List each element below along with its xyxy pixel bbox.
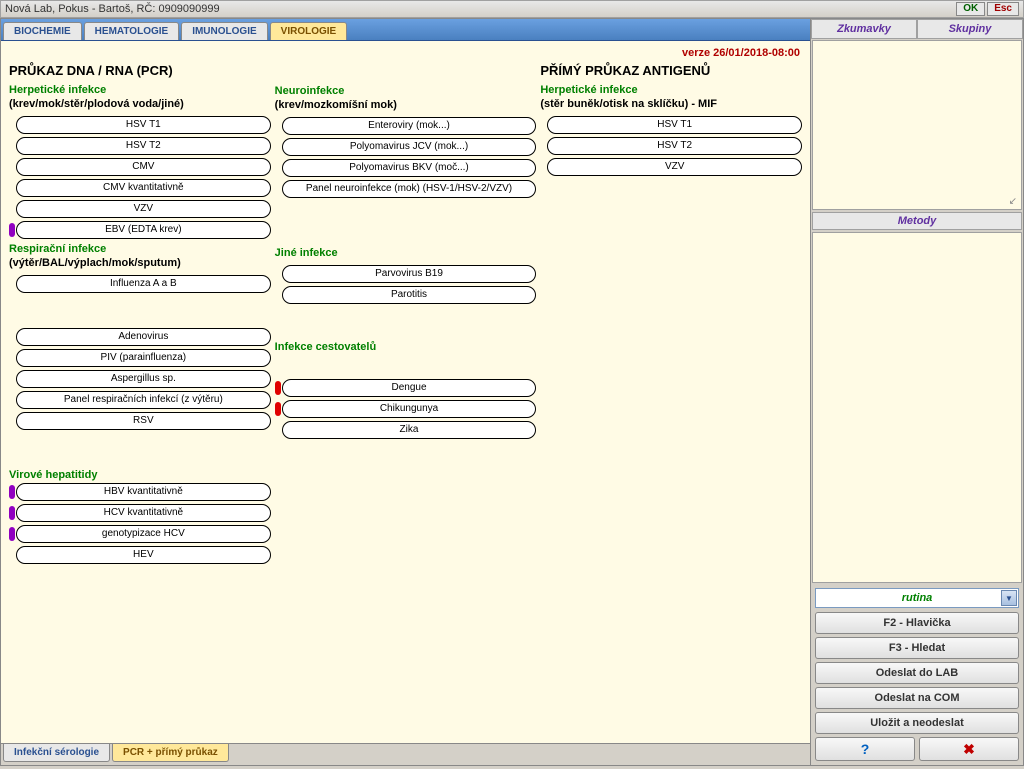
test-option[interactable]: HBV kvantitativně — [16, 483, 271, 501]
bottom-tab[interactable]: PCR + přímý průkaz — [112, 744, 229, 762]
test-option[interactable]: HCV kvantitativně — [16, 504, 271, 522]
test-option[interactable]: HSV T2 — [547, 137, 802, 155]
close-button[interactable]: ✖ — [919, 737, 1019, 761]
tab-hematologie[interactable]: HEMATOLOGIE — [84, 22, 180, 40]
test-option[interactable]: Polyomavirus JCV (mok...) — [282, 138, 537, 156]
tube-marker-icon — [9, 223, 15, 237]
test-option[interactable]: RSV — [16, 412, 271, 430]
test-option[interactable]: HSV T1 — [547, 116, 802, 134]
test-option[interactable]: HSV T2 — [16, 137, 271, 155]
test-option[interactable]: PIV (parainfluenza) — [16, 349, 271, 367]
test-option[interactable]: EBV (EDTA krev) — [16, 221, 271, 239]
action-button[interactable]: Odeslat do LAB — [815, 662, 1019, 684]
action-button[interactable]: Uložit a neodeslat — [815, 712, 1019, 734]
test-option[interactable]: VZV — [547, 158, 802, 176]
titlebar: Nová Lab, Pokus - Bartoš, RČ: 0909090999… — [0, 0, 1024, 18]
group-heading: Jiné infekce — [275, 247, 537, 259]
section-title: PŘÍMÝ PRŮKAZ ANTIGENŮ — [540, 63, 802, 78]
group-subheading: (krev/mozkomíšní mok) — [275, 99, 537, 111]
metody-header[interactable]: Metody — [812, 212, 1022, 230]
test-option[interactable]: Enteroviry (mok...) — [282, 117, 537, 135]
tube-marker-icon — [9, 527, 15, 541]
test-option[interactable]: CMV — [16, 158, 271, 176]
test-option[interactable]: Parotitis — [282, 286, 537, 304]
chevron-down-icon[interactable]: ▼ — [1001, 590, 1017, 606]
test-option[interactable]: Polyomavirus BKV (moč...) — [282, 159, 537, 177]
test-option[interactable]: Panel neuroinfekce (mok) (HSV-1/HSV-2/VZ… — [282, 180, 537, 198]
group-heading: Herpetické infekce — [540, 84, 802, 96]
test-option[interactable]: Panel respiračních infekcí (z výtěru) — [16, 391, 271, 409]
group-subheading: (výtěr/BAL/výplach/mok/sputum) — [9, 257, 271, 269]
action-button[interactable]: Odeslat na COM — [815, 687, 1019, 709]
group-heading: Neuroinfekce — [275, 85, 537, 97]
group-heading: Respirační infekce — [9, 243, 271, 255]
esc-button[interactable]: Esc — [987, 2, 1019, 16]
help-button[interactable]: ? — [815, 737, 915, 761]
test-option[interactable]: VZV — [16, 200, 271, 218]
test-option[interactable]: Parvovirus B19 — [282, 265, 537, 283]
group-subheading: (stěr buněk/otisk na sklíčku) - MIF — [540, 98, 802, 110]
tab-imunologie[interactable]: IMUNOLOGIE — [181, 22, 267, 40]
window-title: Nová Lab, Pokus - Bartoš, RČ: 0909090999 — [5, 3, 220, 15]
tab-virologie[interactable]: VIROLOGIE — [270, 22, 348, 40]
section-title: PRŮKAZ DNA / RNA (PCR) — [9, 63, 271, 78]
test-option[interactable]: HSV T1 — [16, 116, 271, 134]
tab-biochemie[interactable]: BIOCHEMIE — [3, 22, 82, 40]
bottom-tab[interactable]: Infekční sérologie — [3, 744, 110, 762]
metody-panel — [812, 232, 1022, 583]
action-button[interactable]: F2 - Hlavička — [815, 612, 1019, 634]
test-option[interactable]: CMV kvantitativně — [16, 179, 271, 197]
tube-marker-icon — [275, 402, 281, 416]
test-option[interactable]: Chikungunya — [282, 400, 537, 418]
tube-marker-icon — [9, 506, 15, 520]
group-heading: Herpetické infekce — [9, 84, 271, 96]
tube-marker-icon — [275, 381, 281, 395]
group-subheading: (krev/mok/stěr/plodová voda/jiné) — [9, 98, 271, 110]
zkumavky-header[interactable]: Zkumavky — [811, 19, 917, 39]
test-option[interactable]: Zika — [282, 421, 537, 439]
test-option[interactable]: Influenza A a B — [16, 275, 271, 293]
content-area: verze 26/01/2018-08:00 PRŮKAZ DNA / RNA … — [1, 41, 810, 743]
test-option[interactable]: Aspergillus sp. — [16, 370, 271, 388]
tube-marker-icon — [9, 485, 15, 499]
resize-icon[interactable]: ↙ — [1009, 196, 1017, 207]
ok-button[interactable]: OK — [956, 2, 985, 16]
skupiny-header[interactable]: Skupiny — [917, 19, 1023, 39]
group-heading: Virové hepatitidy — [9, 469, 271, 481]
test-option[interactable]: Adenovirus — [16, 328, 271, 346]
zkumavky-panel: ↙ — [812, 40, 1022, 210]
dropdown-value: rutina — [902, 592, 933, 604]
test-option[interactable]: genotypizace HCV — [16, 525, 271, 543]
bottom-tabbar: Infekční sérologiePCR + přímý průkaz — [1, 743, 810, 765]
test-option[interactable]: HEV — [16, 546, 271, 564]
action-button[interactable]: F3 - Hledat — [815, 637, 1019, 659]
group-heading: Infekce cestovatelů — [275, 341, 537, 353]
routine-dropdown[interactable]: rutina ▼ — [815, 588, 1019, 608]
top-tabbar: BIOCHEMIEHEMATOLOGIEIMUNOLOGIEVIROLOGIE — [1, 19, 810, 41]
version-label: verze 26/01/2018-08:00 — [682, 47, 800, 59]
test-option[interactable]: Dengue — [282, 379, 537, 397]
